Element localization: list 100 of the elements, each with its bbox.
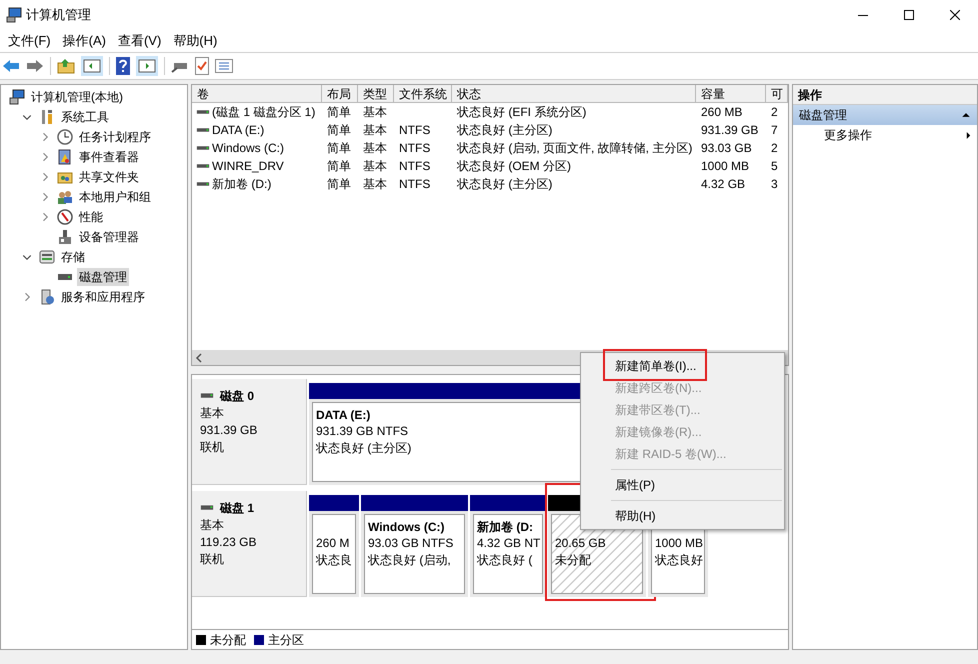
tree-item[interactable]: 服务和应用程序 [59,288,147,306]
disk-detail: 基本 [200,517,225,534]
column-header[interactable]: 文件系统 [394,85,452,103]
partition-block[interactable]: Windows (C:) 93.03 GB NTFS 状态良好 (启动, [364,514,465,594]
partition-size: 260 M [316,535,350,552]
disk-detail: 基本 [200,405,225,422]
column-header[interactable]: 容量 [696,85,766,103]
actions-header: 操作 [793,85,977,105]
partition-size: 931.39 GB NTFS [316,423,408,440]
table-cell-text: 基本 [363,158,387,175]
column-header[interactable]: 卷 [192,85,322,103]
log-icon [57,149,73,165]
maximize-icon [904,10,914,20]
minimize-icon [858,14,868,16]
help-icon[interactable] [116,57,130,75]
menu-item[interactable]: 文件(F) [2,30,57,52]
disk-detail: 联机 [200,439,225,456]
app-icon [6,7,22,23]
table-cell-text: 简单 [327,122,351,139]
partition-status: 状态良 [316,552,352,569]
column-header[interactable]: 布局 [322,85,358,103]
tree-item[interactable]: 事件查看器 [77,148,141,166]
partition-block[interactable]: 新加卷 (D: 4.32 GB NT 状态良好 ( [473,514,543,594]
column-header[interactable]: 类型 [358,85,394,103]
partition-size: 93.03 GB NTFS [368,535,454,552]
legend-label: 未分配 [210,632,246,648]
table-cell-text: 状态良好 (启动, 页面文件, 故障转储, 主分区) [457,140,692,157]
back-arrow-icon[interactable] [2,59,20,73]
table-cell-text: 93.03 GB [701,140,752,157]
table-cell-text: 基本 [363,176,387,193]
storage-icon [39,249,55,265]
partition-size: 20.65 GB [555,535,606,552]
tree-item[interactable]: 计算机管理(本地) [29,88,125,106]
partition-status: 状态良好 (启动, [368,552,451,569]
submenu-arrow-icon [964,130,973,140]
column-header[interactable]: 可 [766,85,788,103]
table-cell-text: 简单 [327,158,351,175]
table-cell-text: 3 [771,176,778,193]
table-cell-text: 简单 [327,104,351,121]
tree-item[interactable]: 任务计划程序 [77,128,153,146]
partition-block[interactable]: 260 M 状态良 [312,514,356,594]
table-cell-text: 状态良好 (EFI 系统分区) [457,104,586,121]
table-cell-text: 2 [771,104,778,121]
tree-item[interactable]: 共享文件夹 [77,168,141,186]
gauge-icon [57,209,73,225]
disk-detail: 119.23 GB [200,534,258,551]
menu-item[interactable]: 帮助(H) [167,30,224,52]
panel-icon[interactable] [81,56,103,76]
folder-up-icon[interactable] [57,58,75,74]
table-cell-text: WINRE_DRV [212,158,284,175]
column-header[interactable]: 状态 [452,85,696,103]
table-cell-text: 状态良好 (OEM 分区) [457,158,571,175]
action-item[interactable]: 更多操作 [793,125,977,145]
table-cell-text: 4.32 GB [701,176,746,193]
clock-icon [57,129,73,145]
table-cell-text: 基本 [363,104,387,121]
tree-item[interactable]: 设备管理器 [77,228,141,246]
disk-detail: 联机 [200,551,225,568]
checklist-icon[interactable] [195,57,209,75]
table-cell-text: NTFS [399,176,430,193]
table-cell-text: 简单 [327,140,351,157]
table-cell-text: 状态良好 (主分区) [457,176,552,193]
table-cell-text: NTFS [399,122,430,139]
disk-detail: 931.39 GB [200,422,258,439]
tree-item[interactable]: 磁盘管理 [77,268,129,286]
device-icon [57,229,73,245]
list-icon[interactable] [215,59,233,73]
menu-item[interactable]: 新建简单卷(I)... [581,355,784,377]
table-cell-text: 5 [771,158,778,175]
tree-item[interactable]: 存储 [59,248,87,266]
section-title: 磁盘管理 [799,107,847,124]
actions-section-header[interactable]: 磁盘管理 [793,105,977,125]
disk-name: 磁盘 0 [220,388,254,405]
partition-size: 1000 MB [655,535,704,552]
table-cell-text: Windows (C:) [212,140,284,157]
menu-item[interactable]: 查看(V) [112,30,168,52]
forward-arrow-icon[interactable] [26,59,44,73]
partition-label: DATA (E:) [316,407,370,423]
services-icon [39,289,55,305]
menu-item[interactable]: 操作(A) [56,30,112,52]
partition-status: 未分配 [555,552,591,569]
close-icon [950,10,960,20]
partition-label: Windows (C:) [368,519,445,535]
tree-item[interactable]: 系统工具 [59,108,111,126]
partition-size: 4.32 GB NT [477,535,540,552]
tree-item[interactable]: 性能 [77,208,105,226]
table-cell-text: 状态良好 (主分区) [457,122,552,139]
table-cell-text: 2 [771,140,778,157]
tree-item[interactable]: 本地用户和组 [77,188,153,206]
table-cell-text: 1000 MB [701,158,750,175]
table-cell-text: 260 MB [701,104,742,121]
partition-status: 状态良好 ( [477,552,532,569]
table-cell-text: 7 [771,122,778,139]
table-cell-text: 简单 [327,176,351,193]
partition-status: 状态良好 [655,552,703,569]
table-cell-text: 基本 [363,140,387,157]
table-cell-text: 新加卷 (D:) [212,176,272,193]
window-title: 计算机管理 [26,6,91,24]
table-cell-text: 基本 [363,122,387,139]
panel-icon[interactable] [136,56,158,76]
